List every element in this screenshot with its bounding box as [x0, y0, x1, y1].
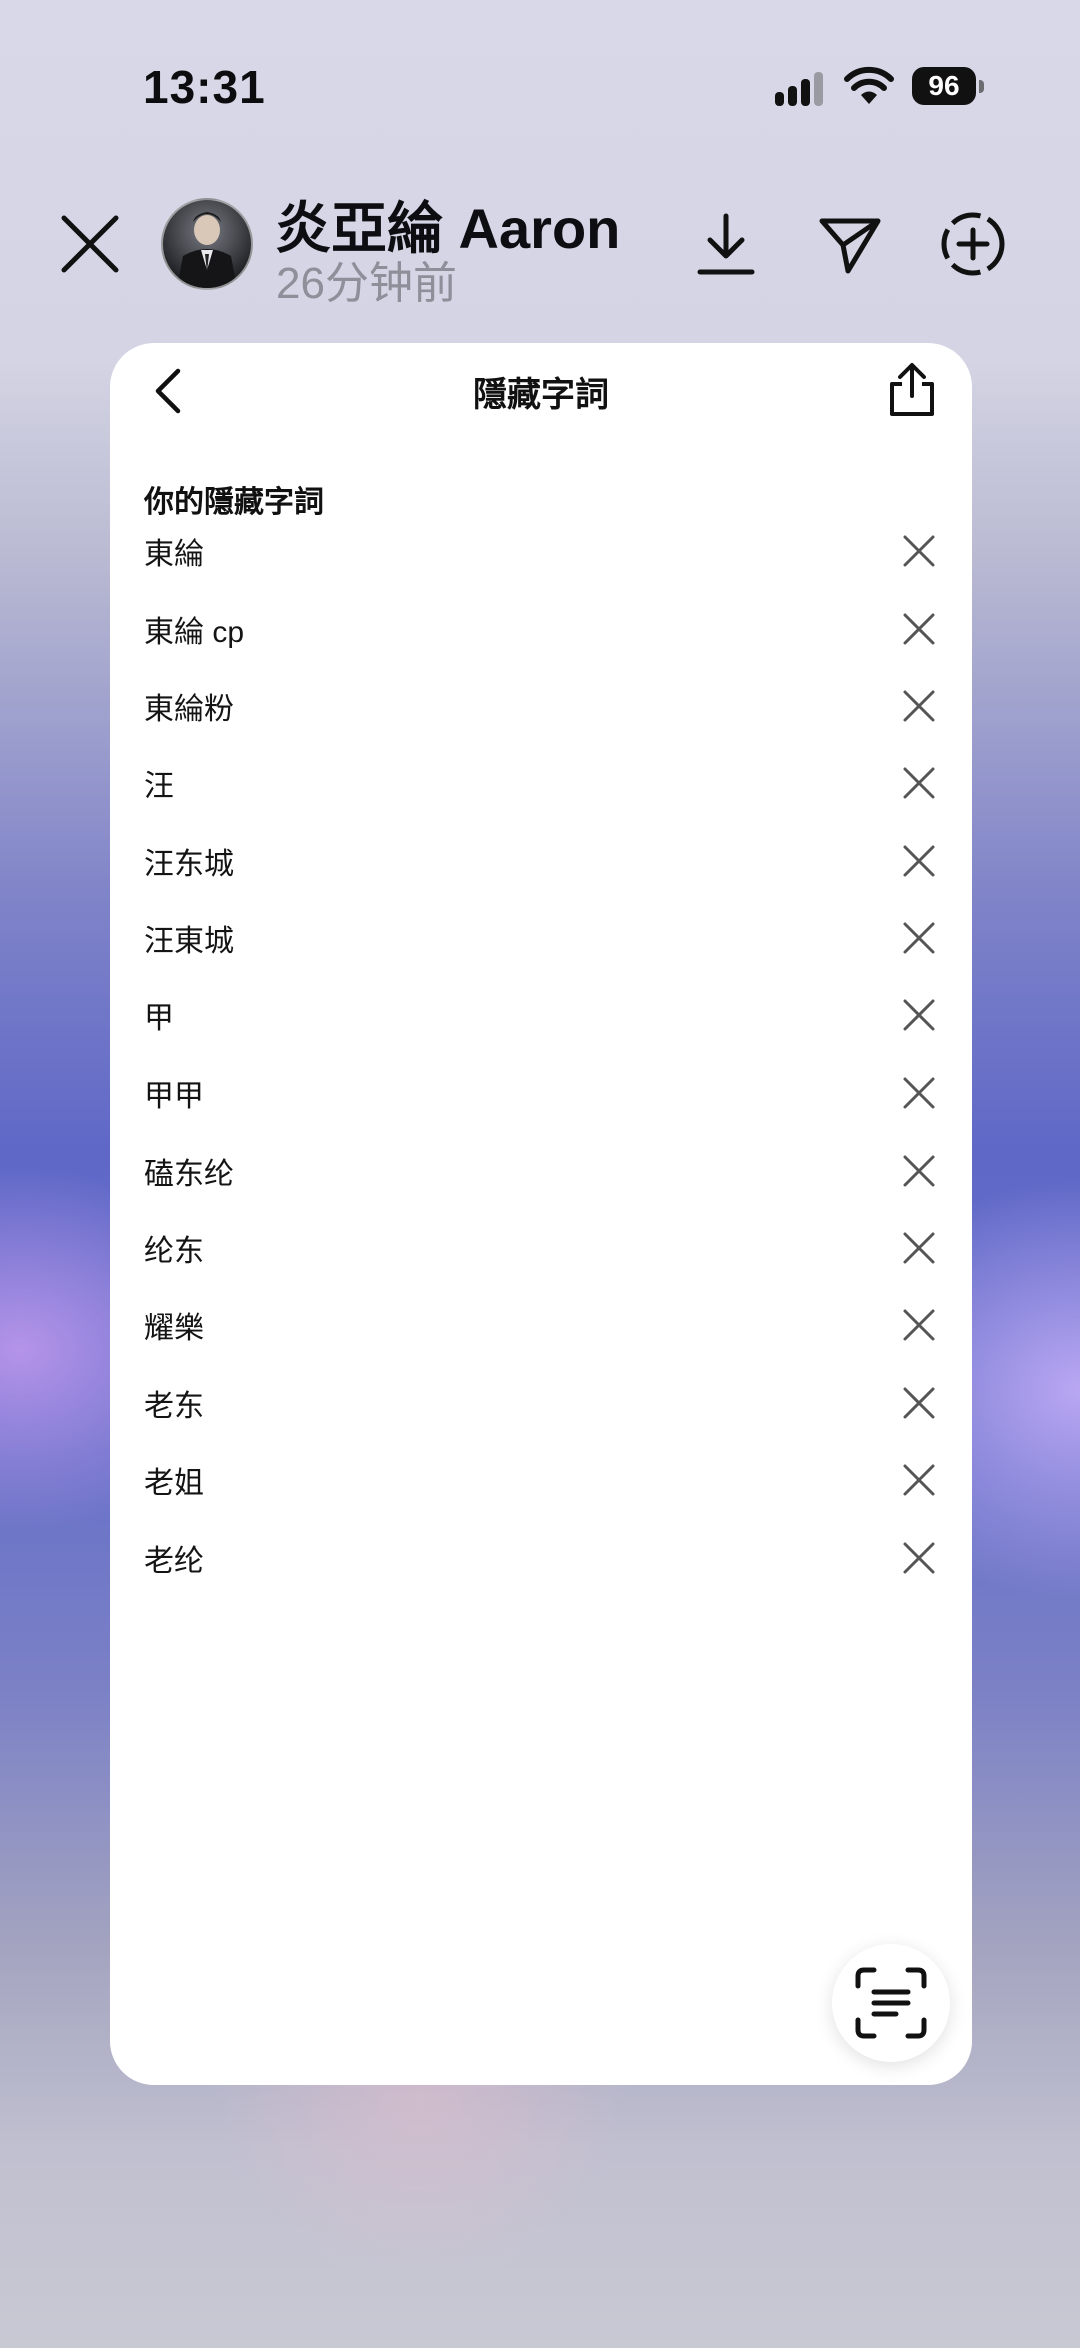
x-icon: [903, 1309, 935, 1341]
send-button[interactable]: [812, 205, 888, 283]
send-icon: [819, 218, 881, 274]
hidden-word-text: 耀樂: [144, 1312, 204, 1345]
x-icon: [903, 1232, 935, 1264]
x-icon: [903, 845, 935, 877]
hidden-word-row: 汪东城: [110, 821, 972, 901]
hidden-word-text: 汪: [144, 770, 174, 803]
hidden-word-row: 老纶: [110, 1518, 972, 1598]
remove-word-button[interactable]: [896, 528, 942, 574]
hidden-word-row: 東綸 cp: [110, 589, 972, 669]
hidden-word-row: 甲: [110, 975, 972, 1055]
hidden-word-text: 老东: [144, 1390, 204, 1423]
remove-word-button[interactable]: [896, 1148, 942, 1194]
battery-tip: [979, 80, 984, 93]
cellular-signal-icon: [775, 70, 825, 106]
avatar-portrait-icon: [177, 212, 237, 288]
text-scan-icon: [855, 1967, 927, 2039]
hidden-word-row: 汪東城: [110, 898, 972, 978]
download-icon: [697, 213, 755, 275]
avatar[interactable]: [161, 198, 253, 290]
x-icon: [903, 1387, 935, 1419]
hidden-word-text: 老纶: [144, 1545, 204, 1578]
x-icon: [903, 1464, 935, 1496]
hidden-word-row: 甲甲: [110, 1053, 972, 1133]
remove-word-button[interactable]: [896, 1302, 942, 1348]
x-icon: [903, 1077, 935, 1109]
remove-word-button[interactable]: [896, 760, 942, 806]
hidden-word-text: 纶东: [144, 1235, 204, 1268]
remove-word-button[interactable]: [896, 838, 942, 884]
hidden-word-row: 東綸: [110, 511, 972, 591]
close-button[interactable]: [50, 204, 130, 284]
x-icon: [903, 613, 935, 645]
status-time: 13:31: [143, 61, 266, 113]
panel-title: 隱藏字詞: [473, 376, 609, 414]
x-icon: [903, 999, 935, 1031]
hidden-word-text: 汪東城: [144, 925, 234, 958]
hidden-word-row: 磕东纶: [110, 1131, 972, 1211]
wifi-icon: [844, 66, 894, 104]
hidden-word-row: 汪: [110, 743, 972, 823]
x-icon: [903, 922, 935, 954]
x-icon: [903, 1155, 935, 1187]
battery-indicator: 96: [912, 67, 976, 105]
hidden-words-panel: 隱藏字詞 你的隱藏字詞 東綸 東綸 cp 東綸粉汪汪东城 汪東城甲甲甲 磕东纶 纶东 耀樂老…: [110, 343, 972, 2085]
x-icon: [903, 690, 935, 722]
share-button[interactable]: [880, 355, 944, 425]
remove-word-button[interactable]: [896, 915, 942, 961]
hidden-word-row: 東綸粉: [110, 666, 972, 746]
text-scan-button[interactable]: [832, 1944, 950, 2062]
hidden-word-row: 纶东: [110, 1208, 972, 1288]
remove-word-button[interactable]: [896, 992, 942, 1038]
x-icon: [903, 1542, 935, 1574]
hidden-word-text: 甲: [144, 1002, 174, 1035]
hidden-word-text: 東綸: [144, 538, 204, 571]
remove-word-button[interactable]: [896, 1070, 942, 1116]
share-icon: [890, 363, 934, 416]
hidden-word-text: 東綸 cp: [144, 616, 245, 649]
remove-word-button[interactable]: [896, 606, 942, 652]
x-icon: [903, 535, 935, 567]
remove-word-button[interactable]: [896, 1535, 942, 1581]
download-button[interactable]: [690, 205, 762, 283]
remove-word-button[interactable]: [896, 1380, 942, 1426]
add-circle-icon: [941, 212, 1005, 276]
story-timestamp: 26分钟前: [276, 259, 457, 308]
hidden-word-text: 甲甲: [144, 1080, 204, 1113]
hidden-word-text: 老姐: [144, 1467, 204, 1500]
remove-word-button[interactable]: [896, 1225, 942, 1271]
hidden-word-row: 老姐: [110, 1440, 972, 1520]
hidden-word-text: 汪东城: [144, 848, 234, 881]
remove-word-button[interactable]: [896, 1457, 942, 1503]
hidden-word-row: 耀樂: [110, 1285, 972, 1365]
add-to-story-button[interactable]: [935, 205, 1011, 283]
hidden-word-text: 磕东纶: [144, 1158, 234, 1191]
hidden-word-text: 東綸粉: [144, 693, 234, 726]
list-fade: [110, 1825, 972, 2085]
close-icon: [61, 215, 119, 273]
x-icon: [903, 767, 935, 799]
remove-word-button[interactable]: [896, 683, 942, 729]
hidden-word-row: 老东: [110, 1363, 972, 1443]
